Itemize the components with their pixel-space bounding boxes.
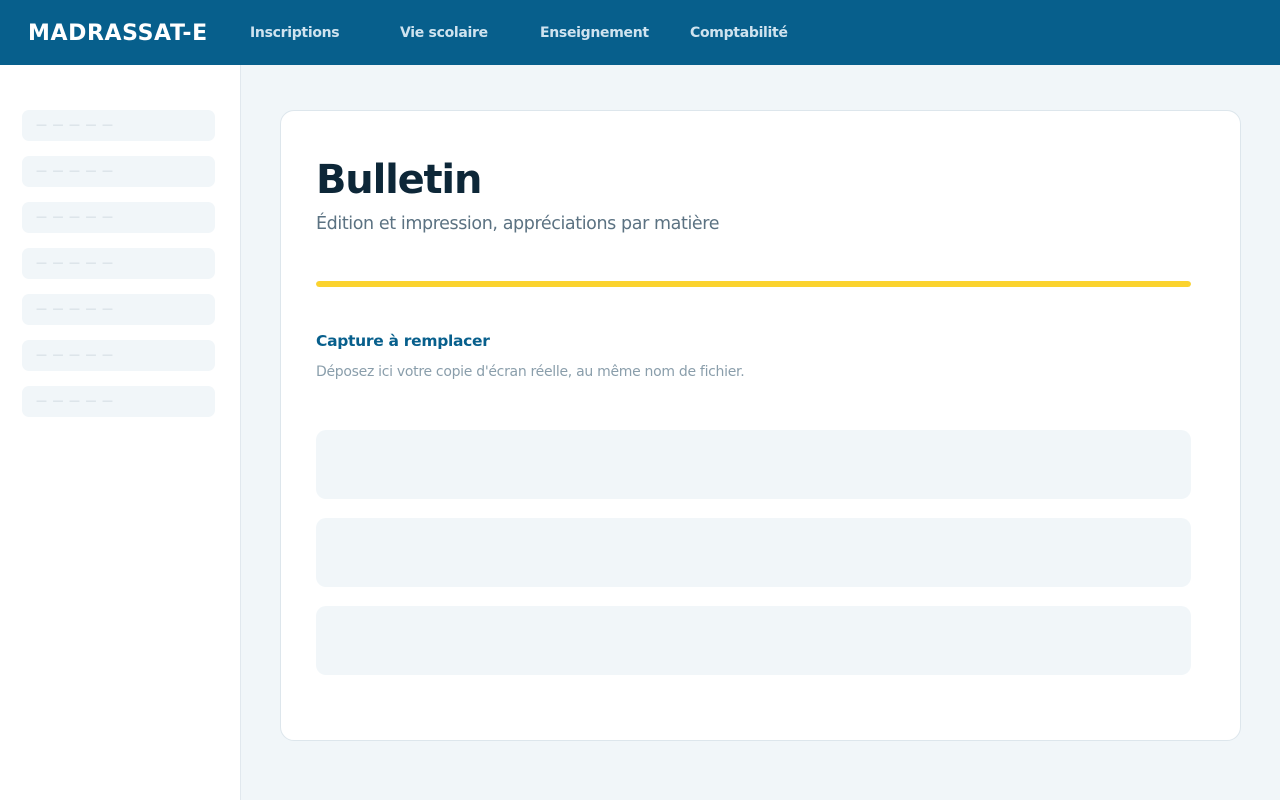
sidebar-item[interactable]: — — — — —	[22, 202, 215, 233]
sidebar-item-label: — — — — —	[36, 302, 114, 315]
sidebar-item[interactable]: — — — — —	[22, 386, 215, 417]
sidebar-item[interactable]: — — — — —	[22, 340, 215, 371]
sidebar-item-label: — — — — —	[36, 118, 114, 131]
progress-bar-fill	[316, 281, 1191, 287]
page-subtitle: Édition et impression, appréciations par…	[316, 214, 720, 234]
sidebar-item[interactable]: — — — — —	[22, 110, 215, 141]
content-card: Bulletin Édition et impression, apprécia…	[280, 110, 1241, 741]
sidebar-item-label: — — — — —	[36, 164, 114, 177]
nav-item-comptabilite[interactable]: Comptabilité	[690, 25, 788, 41]
sidebar-item[interactable]: — — — — —	[22, 248, 215, 279]
sidebar-item[interactable]: — — — — —	[22, 156, 215, 187]
sidebar-item-label: — — — — —	[36, 210, 114, 223]
sidebar-item-label: — — — — —	[36, 394, 114, 407]
sidebar: — — — — — — — — — — — — — — — — — — — — …	[0, 65, 241, 800]
section-title: Capture à remplacer	[316, 332, 490, 350]
page-title: Bulletin	[316, 157, 482, 203]
sidebar-item[interactable]: — — — — —	[22, 294, 215, 325]
content-placeholder	[316, 518, 1191, 587]
nav-item-vie-scolaire[interactable]: Vie scolaire	[400, 25, 488, 41]
sidebar-item-label: — — — — —	[36, 348, 114, 361]
top-navigation-bar: MADRASSAT-E Inscriptions Vie scolaire En…	[0, 0, 1280, 65]
progress-bar	[316, 281, 1191, 287]
content-placeholder	[316, 606, 1191, 675]
sidebar-item-label: — — — — —	[36, 256, 114, 269]
app-logo[interactable]: MADRASSAT-E	[28, 21, 208, 46]
nav-item-enseignement[interactable]: Enseignement	[540, 25, 649, 41]
section-description: Déposez ici votre copie d'écran réelle, …	[316, 364, 745, 380]
content-placeholder	[316, 430, 1191, 499]
nav-item-inscriptions[interactable]: Inscriptions	[250, 25, 340, 41]
